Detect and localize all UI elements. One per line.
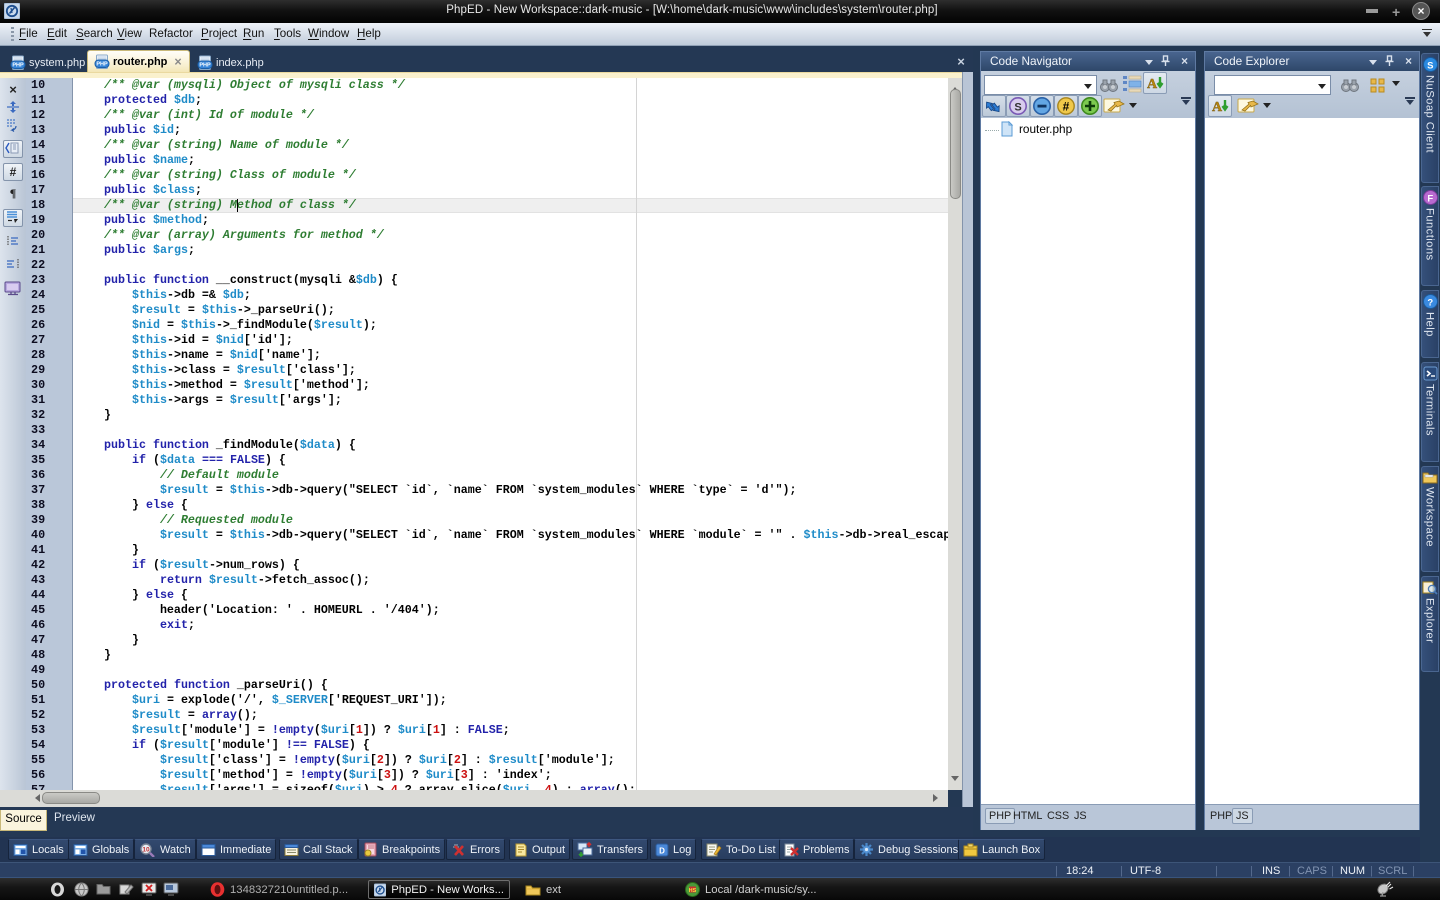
svg-text:A: A: [1147, 77, 1158, 92]
svg-text:D: D: [659, 846, 665, 855]
svg-text:#: #: [1063, 100, 1070, 114]
svg-text:F: F: [1427, 194, 1433, 205]
svg-text:PHP: PHP: [199, 62, 211, 68]
svg-text:PHP: PHP: [96, 61, 108, 67]
svg-text:10: 10: [142, 847, 150, 854]
svg-text:PHP: PHP: [12, 62, 24, 68]
svg-text:HS: HS: [689, 888, 697, 894]
svg-text:S: S: [1427, 61, 1434, 72]
svg-text:?: ?: [1427, 298, 1433, 309]
svg-text:A: A: [1212, 100, 1223, 115]
svg-text:S: S: [1014, 102, 1021, 114]
